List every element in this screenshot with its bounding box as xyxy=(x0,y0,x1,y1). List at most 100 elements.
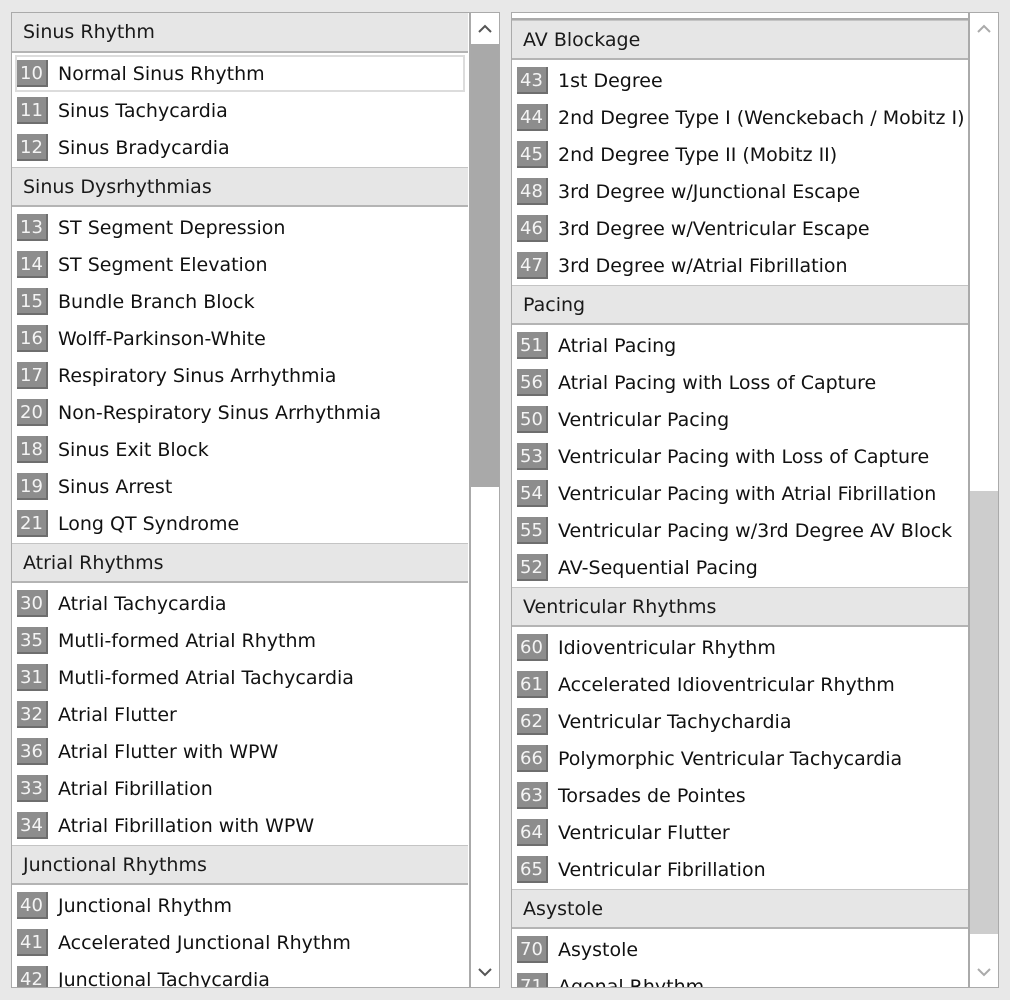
rhythm-list-item[interactable]: 56 Atrial Pacing with Loss of Capture xyxy=(512,364,968,401)
rhythm-list-item[interactable]: 40 Junctional Rhythm xyxy=(12,887,468,924)
rhythm-list-item[interactable]: 43 1st Degree xyxy=(512,62,968,99)
rhythm-code-badge: 53 xyxy=(517,443,548,470)
rhythm-code-badge: 36 xyxy=(17,738,48,765)
rhythm-code-badge: 34 xyxy=(17,812,48,839)
rhythm-code-badge: 16 xyxy=(17,325,48,352)
rhythm-list-item[interactable]: 53 Ventricular Pacing with Loss of Captur… xyxy=(512,438,968,475)
rhythm-code-badge: 30 xyxy=(17,590,48,617)
rhythm-list-item[interactable]: 13 ST Segment Depression xyxy=(12,209,468,246)
group-header: Atrial Rhythms xyxy=(12,543,468,583)
rhythm-label: Atrial Flutter with WPW xyxy=(58,740,279,763)
rhythm-list-item[interactable]: 66 Polymorphic Ventricular Tachycardia xyxy=(512,740,968,777)
left-scroll-up-button[interactable] xyxy=(471,13,499,43)
left-scroll-thumb[interactable] xyxy=(471,44,499,487)
rhythm-list-item[interactable]: 54 Ventricular Pacing with Atrial Fibrill… xyxy=(512,475,968,512)
rhythm-list-item[interactable]: 36 Atrial Flutter with WPW xyxy=(12,733,468,770)
right-scrollbar[interactable] xyxy=(968,13,998,987)
rhythm-list-item[interactable]: 32 Atrial Flutter xyxy=(12,696,468,733)
rhythm-list-item[interactable]: 55 Ventricular Pacing w/3rd Degree AV Blo… xyxy=(512,512,968,549)
rhythm-list-item[interactable]: 64 Ventricular Flutter xyxy=(512,814,968,851)
rhythm-label: Normal Sinus Rhythm xyxy=(58,62,265,85)
rhythm-list-item[interactable]: 35 Mutli-formed Atrial Rhythm xyxy=(12,622,468,659)
rhythm-list-item[interactable]: 47 3rd Degree w/Atrial Fibrillation xyxy=(512,247,968,284)
rhythm-list-item[interactable]: 41 Accelerated Junctional Rhythm xyxy=(12,924,468,961)
rhythm-code-badge: 20 xyxy=(17,399,48,426)
rhythm-list-item[interactable]: 61 Accelerated Idioventricular Rhythm xyxy=(512,666,968,703)
group-items: 43 1st Degree 44 2nd Degree Type I (Wenckeb… xyxy=(512,60,968,285)
rhythm-code-badge: 47 xyxy=(517,252,548,279)
rhythm-label: Ventricular Tachychardia xyxy=(558,710,792,733)
rhythm-code-badge: 18 xyxy=(17,436,48,463)
rhythm-list-item[interactable]: 17 Respiratory Sinus Arrhythmia xyxy=(12,357,468,394)
left-scroll-down-button[interactable] xyxy=(471,957,499,987)
rhythm-list-item[interactable]: 31 Mutli-formed Atrial Tachycardia xyxy=(12,659,468,696)
rhythm-list-item[interactable]: 10 Normal Sinus Rhythm xyxy=(15,55,465,92)
rhythm-label: ST Segment Depression xyxy=(58,216,286,239)
rhythm-list-item[interactable]: 20 Non-Respiratory Sinus Arrhythmia xyxy=(12,394,468,431)
left-scrollbar[interactable] xyxy=(469,13,499,987)
group-items: 13 ST Segment Depression 14 ST Segment Elev… xyxy=(12,207,468,543)
rhythm-list-item[interactable]: 21 Long QT Syndrome xyxy=(12,505,468,542)
rhythm-list-item[interactable]: 45 2nd Degree Type II (Mobitz II) xyxy=(512,136,968,173)
rhythm-code-badge: 62 xyxy=(517,708,548,735)
chevron-up-icon xyxy=(478,24,492,33)
rhythm-label: Ventricular Pacing with Loss of Capture xyxy=(558,445,930,468)
rhythm-list-item[interactable]: 15 Bundle Branch Block xyxy=(12,283,468,320)
rhythm-code-badge: 14 xyxy=(17,251,48,278)
rhythm-list-item[interactable]: 62 Ventricular Tachychardia xyxy=(512,703,968,740)
group-items: 60 Idioventricular Rhythm 61 Accelerated Id… xyxy=(512,627,968,889)
rhythm-list-item[interactable]: 60 Idioventricular Rhythm xyxy=(512,629,968,666)
rhythm-code-badge: 17 xyxy=(17,362,48,389)
rhythm-label: AV-Sequential Pacing xyxy=(558,556,758,579)
right-scroll-thumb[interactable] xyxy=(970,491,998,934)
rhythm-label: 2nd Degree Type I (Wenckebach / Mobitz I… xyxy=(558,106,965,129)
group-header: AV Blockage xyxy=(512,20,968,60)
rhythm-code-badge: 46 xyxy=(517,215,548,242)
rhythm-list-item[interactable]: 12 Sinus Bradycardia xyxy=(12,129,468,166)
rhythm-label: Atrial Tachycardia xyxy=(58,592,227,615)
rhythm-code-badge: 31 xyxy=(17,664,48,691)
rhythm-list-item[interactable]: 65 Ventricular Fibrillation xyxy=(512,851,968,888)
rhythm-code-badge: 35 xyxy=(17,627,48,654)
rhythm-label: Sinus Bradycardia xyxy=(58,136,230,159)
right-scroll-down-button[interactable] xyxy=(970,957,998,987)
chevron-down-icon xyxy=(478,967,492,976)
rhythm-list-item[interactable]: 34 Atrial Fibrillation with WPW xyxy=(12,807,468,844)
rhythm-label: Junctional Rhythm xyxy=(58,894,232,917)
rhythm-code-badge: 15 xyxy=(17,288,48,315)
rhythm-label: Sinus Arrest xyxy=(58,475,173,498)
rhythm-list-item[interactable]: 50 Ventricular Pacing xyxy=(512,401,968,438)
rhythm-label: Agonal Rhythm xyxy=(558,975,705,988)
rhythm-label: Atrial Fibrillation with WPW xyxy=(58,814,315,837)
rhythm-list-item[interactable]: 30 Atrial Tachycardia xyxy=(12,585,468,622)
rhythm-list-item[interactable]: 11 Sinus Tachycardia xyxy=(12,92,468,129)
rhythm-list-item[interactable]: 63 Torsades de Pointes xyxy=(512,777,968,814)
rhythm-list-item[interactable]: 71 Agonal Rhythm xyxy=(512,968,968,988)
rhythm-list-item[interactable]: 16 Wolff-Parkinson-White xyxy=(12,320,468,357)
rhythm-code-badge: 19 xyxy=(17,473,48,500)
rhythm-label: Atrial Pacing xyxy=(558,334,677,357)
rhythm-list-item[interactable]: 48 3rd Degree w/Junctional Escape xyxy=(512,173,968,210)
rhythm-list-item[interactable]: 18 Sinus Exit Block xyxy=(12,431,468,468)
rhythm-label: Respiratory Sinus Arrhythmia xyxy=(58,364,337,387)
rhythm-list-item[interactable]: 33 Atrial Fibrillation xyxy=(12,770,468,807)
rhythm-list-item[interactable]: 46 3rd Degree w/Ventricular Escape xyxy=(512,210,968,247)
rhythm-label: Wolff-Parkinson-White xyxy=(58,327,266,350)
rhythm-label: Atrial Flutter xyxy=(58,703,177,726)
rhythm-code-badge: 64 xyxy=(517,819,548,846)
rhythm-code-badge: 54 xyxy=(517,480,548,507)
rhythm-code-badge: 45 xyxy=(517,141,548,168)
rhythm-list-item[interactable]: 42 Junctional Tachycardia xyxy=(12,961,468,987)
rhythm-list-item[interactable]: 52 AV-Sequential Pacing xyxy=(512,549,968,586)
rhythm-list-item[interactable]: 14 ST Segment Elevation xyxy=(12,246,468,283)
rhythm-code-badge: 70 xyxy=(517,936,548,963)
group-header: Sinus Dysrhythmias xyxy=(12,167,468,207)
rhythm-label: Atrial Pacing with Loss of Capture xyxy=(558,371,877,394)
right-scroll-up-button[interactable] xyxy=(970,13,998,43)
rhythm-list-item[interactable]: 70 Asystole xyxy=(512,931,968,968)
rhythm-label: Asystole xyxy=(558,938,639,961)
rhythm-list-item[interactable]: 51 Atrial Pacing xyxy=(512,327,968,364)
rhythm-label: Idioventricular Rhythm xyxy=(558,636,776,659)
rhythm-list-item[interactable]: 19 Sinus Arrest xyxy=(12,468,468,505)
rhythm-list-item[interactable]: 44 2nd Degree Type I (Wenckebach / Mobitz… xyxy=(512,99,968,136)
